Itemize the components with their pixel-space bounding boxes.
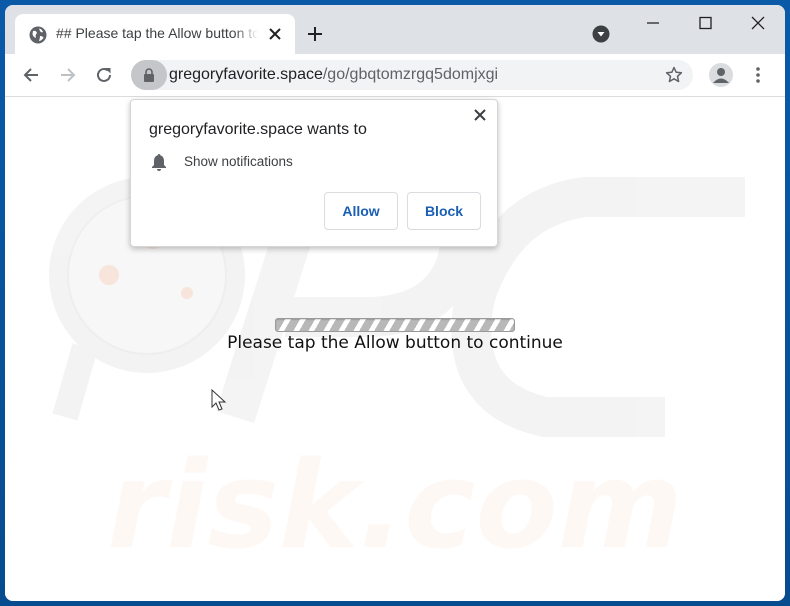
tab-close-icon[interactable] (267, 26, 283, 42)
person-icon (713, 68, 729, 83)
minimize-icon[interactable] (641, 15, 665, 31)
profile-icon[interactable] (709, 63, 733, 87)
mouse-cursor-icon (211, 389, 227, 411)
active-tab[interactable]: ## Please tap the Allow button to contin… (15, 14, 295, 54)
tab-search-icon[interactable] (592, 25, 610, 43)
maximize-icon[interactable] (693, 15, 717, 31)
reload-icon[interactable] (94, 65, 114, 85)
url-text[interactable]: gregoryfavorite.space/go/gbqtomzrgq5domj… (169, 66, 498, 84)
menu-icon[interactable] (753, 66, 763, 84)
tab-strip: ## Please tap the Allow button to contin… (5, 5, 785, 54)
browser-window: ## Please tap the Allow button to contin… (5, 5, 785, 601)
url-path: /go/gbqtomzrgq5domjxgi (322, 66, 499, 83)
permission-label: Show notifications (184, 154, 293, 169)
site-info-button[interactable] (131, 60, 167, 90)
url-domain: gregoryfavorite.space (169, 66, 323, 83)
allow-button[interactable]: Allow (324, 192, 398, 230)
toolbar: gregoryfavorite.space/go/gbqtomzrgq5domj… (5, 54, 785, 97)
address-bar[interactable]: gregoryfavorite.space/go/gbqtomzrgq5domj… (131, 60, 693, 90)
prompt-title: gregoryfavorite.space wants to (149, 121, 367, 138)
prompt-close-icon[interactable] (473, 108, 487, 122)
loading-progress-bar (275, 318, 515, 332)
notification-permission-prompt: gregoryfavorite.space wants to Show noti… (130, 99, 498, 247)
window-close-icon[interactable] (746, 15, 770, 31)
lock-icon (144, 68, 154, 82)
forward-icon[interactable] (58, 65, 78, 85)
globe-icon (29, 26, 47, 44)
star-icon[interactable] (665, 66, 683, 84)
block-button[interactable]: Block (407, 192, 481, 230)
page-message: Please tap the Allow button to continue (227, 333, 563, 353)
tab-title: ## Please tap the Allow button to contin… (56, 25, 258, 41)
bell-icon (152, 154, 166, 171)
svg-text:risk.com: risk.com (107, 437, 683, 576)
back-icon[interactable] (21, 65, 41, 85)
new-tab-icon[interactable] (305, 24, 325, 44)
